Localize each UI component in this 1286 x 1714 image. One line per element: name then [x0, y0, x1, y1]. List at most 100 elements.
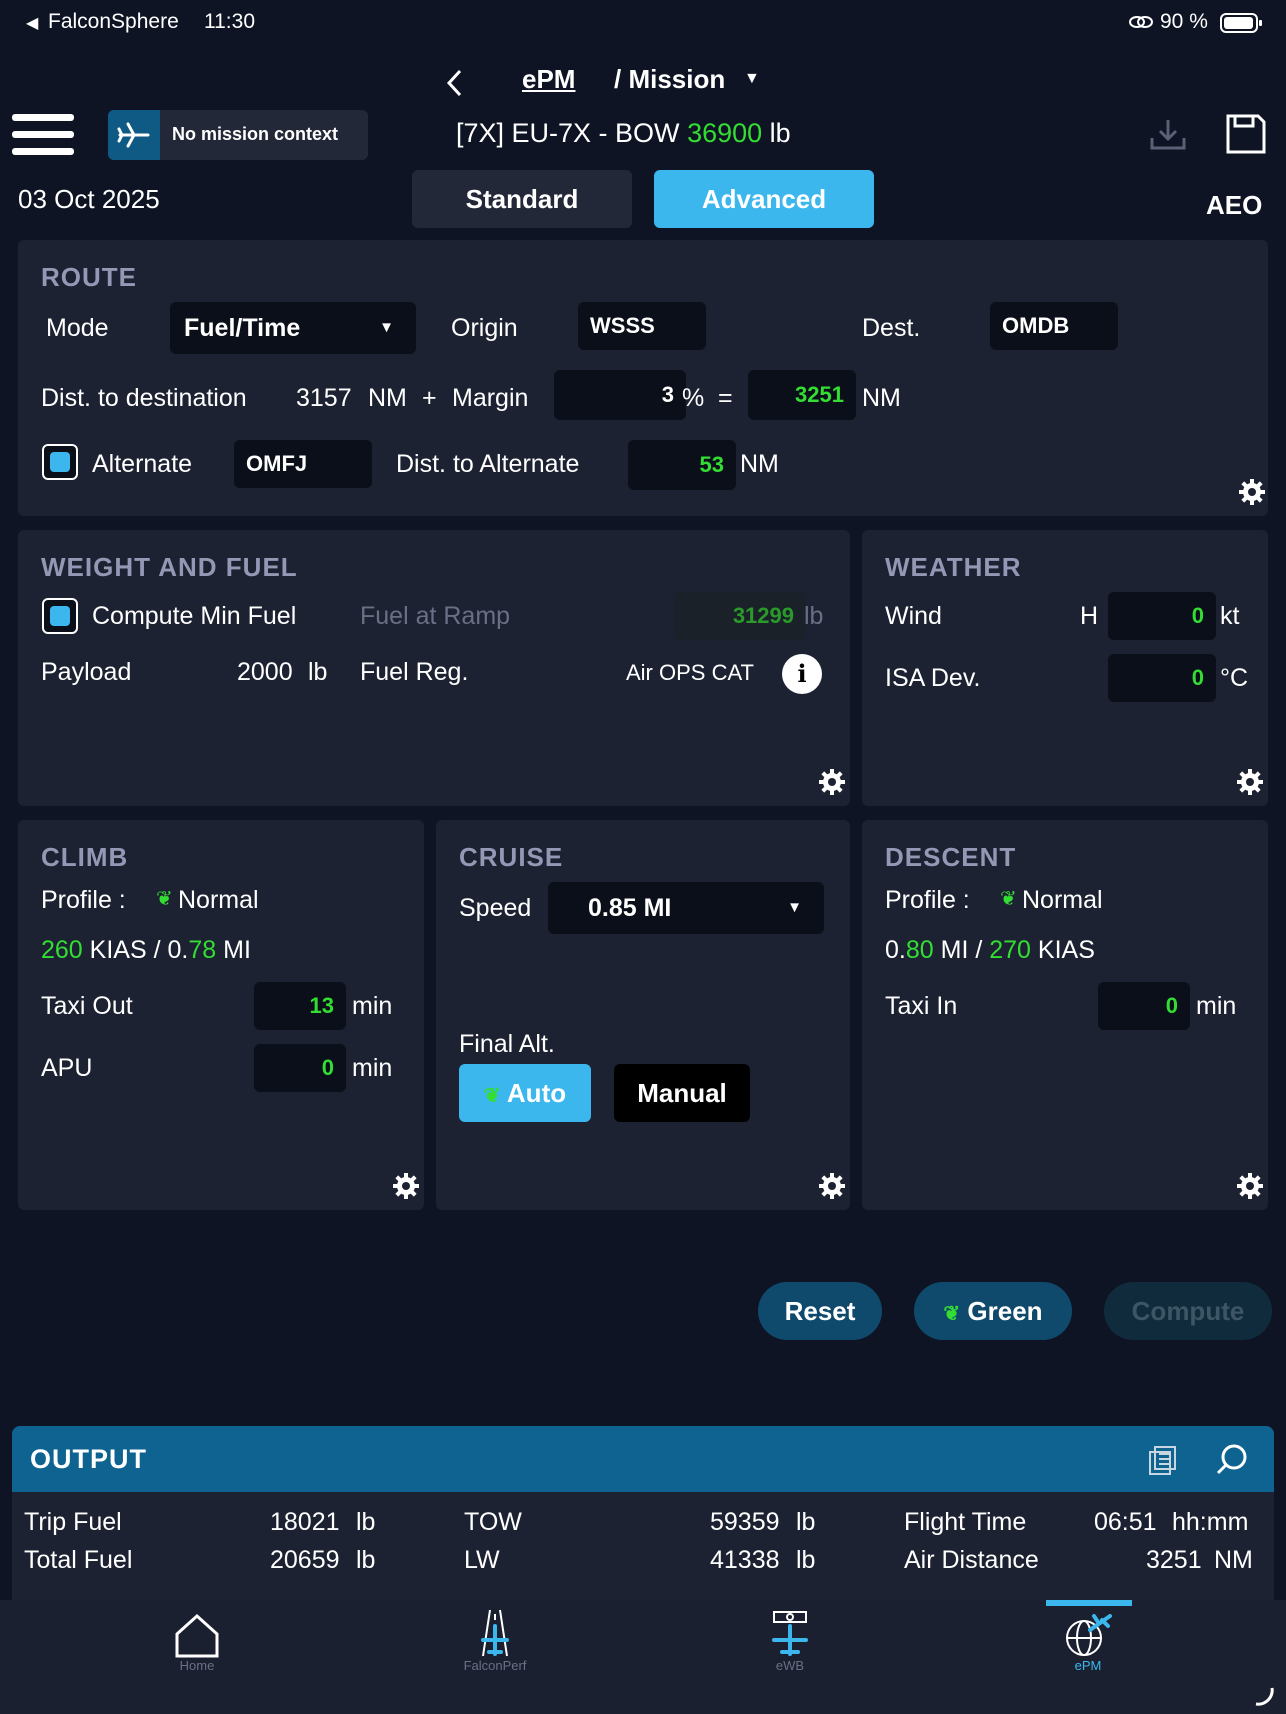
apu-input[interactable]: 0 — [254, 1044, 346, 1092]
isa-unit: °C — [1220, 664, 1249, 692]
payload-value[interactable]: 2000 — [237, 658, 293, 687]
wind-input[interactable]: 0 — [1108, 592, 1216, 640]
descent-title: DESCENT — [885, 842, 1017, 872]
tab-home[interactable]: Home — [137, 1600, 257, 1714]
climb-slash: / 0. — [153, 936, 189, 964]
tab-epm[interactable]: ePM — [1028, 1600, 1148, 1714]
clipboard-icon[interactable] — [1146, 1444, 1178, 1476]
green-button[interactable]: ❦ Green — [914, 1282, 1072, 1340]
fuel-ramp-unit: lb — [804, 602, 824, 630]
wind-unit: kt — [1220, 602, 1240, 630]
mission-context-chip[interactable]: No mission context — [108, 110, 368, 160]
bow-value: 36900 — [687, 118, 763, 148]
battery-icon — [1220, 13, 1262, 33]
link-icon — [1129, 16, 1153, 28]
mode-select[interactable]: Fuel/Time ▼ — [170, 302, 416, 354]
engine-mode: AEO — [1206, 190, 1263, 220]
air-distance-unit: NM — [1214, 1546, 1253, 1574]
breadcrumb-epm[interactable]: ePM — [522, 64, 575, 95]
total-fuel-value: 20659 — [270, 1546, 340, 1574]
flight-time-value: 06:51 — [1094, 1508, 1157, 1536]
dist-alternate-unit: NM — [740, 450, 779, 478]
fuel-reg-value[interactable]: Air OPS CAT — [626, 660, 754, 686]
wind-label: Wind — [885, 602, 942, 630]
gear-icon[interactable] — [392, 1172, 420, 1200]
isa-input[interactable]: 0 — [1108, 654, 1216, 702]
descent-zero: 0. — [885, 936, 906, 964]
compute-button[interactable]: Compute — [1104, 1282, 1272, 1340]
status-time: 11:30 — [204, 10, 255, 33]
info-icon[interactable]: i — [782, 654, 822, 694]
route-title: ROUTE — [41, 262, 137, 292]
lw-value: 41338 — [710, 1546, 780, 1574]
weather-panel: WEATHER Wind H 0 kt ISA Dev. 0 °C — [862, 530, 1268, 806]
descent-mi-value: 80 — [905, 936, 934, 964]
search-icon[interactable] — [1214, 1442, 1250, 1478]
mission-context-label: No mission context — [172, 124, 339, 144]
descent-profile-label: Profile : — [885, 886, 970, 914]
dist-alternate-input[interactable]: 53 — [628, 440, 736, 490]
dest-input[interactable]: OMDB — [990, 302, 1118, 350]
flight-time-unit: hh:mm — [1172, 1508, 1249, 1536]
cruise-title: CRUISE — [459, 842, 564, 872]
trip-fuel-value: 18021 — [270, 1508, 340, 1536]
tow-unit: lb — [796, 1508, 816, 1536]
weather-title: WEATHER — [885, 552, 1022, 582]
breadcrumb-mission[interactable]: / Mission — [614, 64, 725, 95]
fuel-ramp-label: Fuel at Ramp — [360, 602, 511, 630]
tab-advanced[interactable]: Advanced — [654, 170, 874, 228]
menu-icon[interactable] — [12, 114, 74, 156]
tab-epm-label: ePM — [1074, 1658, 1102, 1673]
chevron-down-icon[interactable]: ▼ — [744, 70, 760, 88]
scale-plane-icon — [772, 1611, 808, 1656]
chevron-left-icon[interactable] — [445, 68, 465, 98]
aircraft-info: [7X] EU-7X - BOW 36900 lb — [456, 118, 791, 149]
home-icon — [175, 1613, 219, 1658]
climb-panel: CLIMB Profile : ❦ Normal 260 KIAS / 0.78… — [18, 820, 424, 1210]
wind-direction[interactable]: H — [1080, 602, 1098, 631]
descent-profile-value[interactable]: Normal — [1022, 886, 1103, 915]
gear-icon[interactable] — [818, 768, 846, 796]
total-distance-field: 3251 — [748, 370, 856, 420]
equals-sign: = — [718, 384, 733, 412]
manual-button[interactable]: Manual — [614, 1064, 750, 1122]
status-bar: ◀ FalconSphere 11:30 90 % — [0, 0, 1286, 44]
gear-icon[interactable] — [1238, 478, 1266, 506]
gear-icon[interactable] — [1236, 1172, 1264, 1200]
reset-button[interactable]: Reset — [758, 1282, 882, 1340]
apu-label: APU — [41, 1054, 93, 1082]
runway-plane-icon — [481, 1609, 509, 1657]
cruise-speed-select[interactable]: 0.85 MI ▼ — [548, 882, 824, 934]
plus-sign: + — [422, 384, 437, 412]
descent-kias-label: KIAS — [1037, 936, 1095, 964]
taxi-out-label: Taxi Out — [41, 992, 133, 1020]
taxi-in-unit: min — [1196, 992, 1237, 1020]
taxi-out-input[interactable]: 13 — [254, 982, 346, 1030]
back-triangle-icon[interactable]: ◀ — [26, 13, 38, 33]
descent-speed: 0.80 MI / 270 KIAS — [885, 936, 1095, 965]
tab-standard[interactable]: Standard — [412, 170, 632, 228]
tab-falconperf-label: FalconPerf — [463, 1658, 527, 1673]
auto-button[interactable]: ❦ Auto — [459, 1064, 591, 1122]
margin-input[interactable]: 3 — [554, 370, 686, 420]
origin-input[interactable]: WSSS — [578, 302, 706, 350]
tab-falconperf[interactable]: FalconPerf — [435, 1600, 555, 1714]
climb-mi-value: 78 — [188, 936, 217, 964]
alternate-checkbox[interactable] — [42, 444, 78, 480]
taxi-in-input[interactable]: 0 — [1098, 982, 1190, 1030]
climb-profile-label: Profile : — [41, 886, 126, 914]
compute-min-fuel-checkbox[interactable] — [42, 598, 78, 634]
leaf-icon: ❦ — [156, 888, 173, 910]
total-fuel-unit: lb — [356, 1546, 376, 1574]
download-icon[interactable] — [1148, 116, 1188, 152]
climb-speed: 260 KIAS / 0.78 MI — [41, 936, 251, 965]
status-back-app[interactable]: FalconSphere — [48, 10, 179, 34]
save-icon[interactable] — [1224, 112, 1268, 156]
tab-ewb[interactable]: eWB — [730, 1600, 850, 1714]
fuel-ramp-input: 31299 — [674, 592, 806, 640]
climb-profile-value[interactable]: Normal — [178, 886, 259, 915]
descent-kias-value: 270 — [989, 936, 1031, 964]
gear-icon[interactable] — [818, 1172, 846, 1200]
alternate-input[interactable]: OMFJ — [234, 440, 372, 488]
gear-icon[interactable] — [1236, 768, 1264, 796]
